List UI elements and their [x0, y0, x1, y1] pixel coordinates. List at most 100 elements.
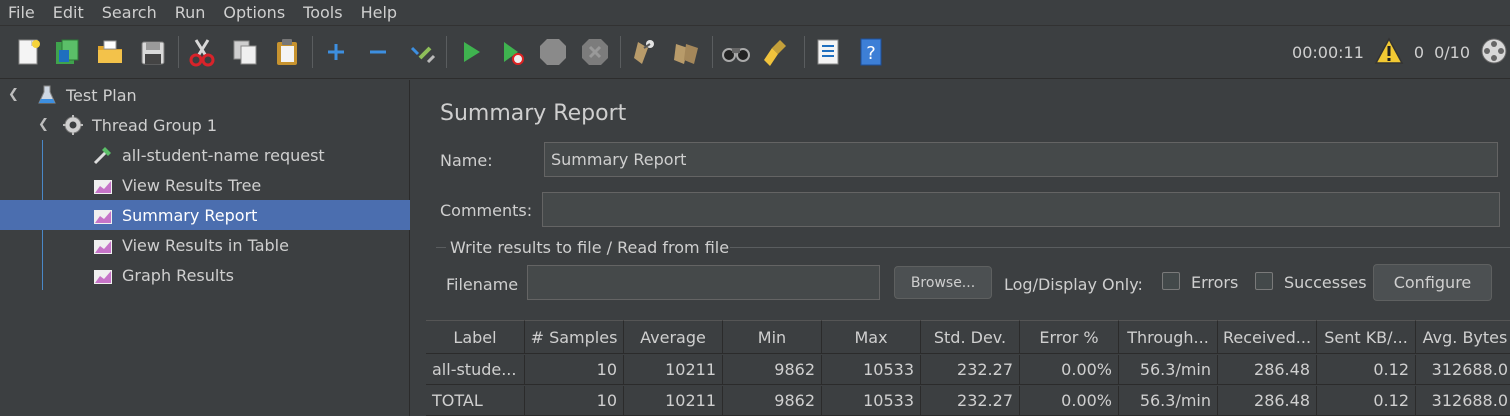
- table-cell: 0.12: [1317, 355, 1416, 385]
- table-cell: 312688.0: [1416, 355, 1510, 385]
- table-cell: 0.12: [1317, 386, 1416, 416]
- menu-edit[interactable]: Edit: [53, 3, 84, 22]
- tree-item-label: Summary Report: [122, 205, 258, 225]
- table-row[interactable]: TOTAL 10 10211 9862 10533 232.27 0.00% 5…: [426, 386, 1510, 416]
- table-cell: 0.00%: [1020, 386, 1119, 416]
- successes-checkbox[interactable]: [1255, 272, 1273, 290]
- open-icon[interactable]: [94, 36, 126, 68]
- toolbar-separator: [312, 36, 313, 68]
- warning-count: 0: [1413, 43, 1425, 62]
- new-icon[interactable]: [12, 36, 44, 68]
- tree-item-graph-results[interactable]: Graph Results: [0, 260, 410, 290]
- table-cell: 56.3/min: [1119, 386, 1218, 416]
- listener-icon: [92, 174, 114, 196]
- menu-run[interactable]: Run: [175, 3, 206, 22]
- collapse-icon[interactable]: [362, 36, 394, 68]
- browse-button[interactable]: Browse...: [894, 266, 992, 299]
- thread-group-icon: [62, 114, 84, 136]
- table-cell: all-stude...: [426, 355, 525, 385]
- column-header[interactable]: Avg. Bytes: [1416, 320, 1510, 354]
- comments-field[interactable]: [542, 192, 1500, 227]
- start-no-pauses-icon[interactable]: [496, 36, 528, 68]
- warning-icon[interactable]: [1374, 36, 1404, 69]
- help-icon[interactable]: ?: [855, 36, 887, 68]
- tree-item-label: Thread Group 1: [92, 115, 218, 135]
- test-plan-icon: [36, 84, 58, 106]
- copy-icon[interactable]: [229, 36, 261, 68]
- column-header[interactable]: Std. Dev.: [921, 320, 1020, 354]
- search-icon[interactable]: [720, 36, 752, 68]
- function-helper-icon[interactable]: [812, 36, 844, 68]
- table-cell: 286.48: [1218, 355, 1317, 385]
- errors-checkbox[interactable]: [1162, 272, 1180, 290]
- table-cell: 10: [525, 386, 624, 416]
- listener-icon: [92, 264, 114, 286]
- test-plan-tree: ❮ Test Plan ❮ Thread Group 1 all-student…: [0, 80, 410, 416]
- configure-button[interactable]: Configure: [1373, 264, 1492, 301]
- column-header[interactable]: Max: [822, 320, 921, 354]
- templates-icon[interactable]: [51, 36, 83, 68]
- menu-bar: File Edit Search Run Options Tools Help: [0, 0, 1510, 26]
- table-cell: 10211: [624, 355, 723, 385]
- menu-options[interactable]: Options: [223, 3, 285, 22]
- column-header[interactable]: Received...: [1218, 320, 1317, 354]
- toolbar-separator: [620, 36, 621, 68]
- menu-tools[interactable]: Tools: [303, 3, 342, 22]
- toolbar: ? 00:00:11 0 0/10: [0, 26, 1510, 79]
- tree-item-label: View Results in Table: [122, 235, 289, 255]
- clear-all-icon[interactable]: [670, 36, 702, 68]
- tree-item-sampler[interactable]: all-student-name request: [0, 140, 410, 170]
- column-header[interactable]: Min: [723, 320, 822, 354]
- active-threads: 0/10: [1434, 43, 1470, 62]
- toggle-icon[interactable]: [404, 36, 436, 68]
- column-header[interactable]: Sent KB/...: [1317, 320, 1416, 354]
- tree-item-thread-group[interactable]: Thread Group 1: [0, 110, 410, 140]
- listener-icon: [92, 204, 114, 226]
- tree-item-label: Graph Results: [122, 265, 234, 285]
- table-cell: 232.27: [921, 386, 1020, 416]
- tree-item-view-results-table[interactable]: View Results in Table: [0, 230, 410, 260]
- save-icon[interactable]: [137, 36, 169, 68]
- column-header[interactable]: Average: [624, 320, 723, 354]
- toolbar-separator: [178, 36, 179, 68]
- stop-icon[interactable]: [537, 36, 569, 68]
- table-header: Label # Samples Average Min Max Std. Dev…: [426, 320, 1510, 354]
- shutdown-icon[interactable]: [579, 36, 611, 68]
- toolbar-separator: [804, 36, 805, 68]
- tree-item-test-plan[interactable]: Test Plan: [0, 80, 410, 110]
- column-header[interactable]: # Samples: [525, 320, 624, 354]
- name-field[interactable]: Summary Report: [544, 142, 1498, 177]
- clear-icon[interactable]: [628, 36, 660, 68]
- menu-search[interactable]: Search: [102, 3, 157, 22]
- menu-file[interactable]: File: [8, 3, 35, 22]
- svg-text:?: ?: [866, 43, 876, 64]
- toolbar-separator: [712, 36, 713, 68]
- tree-item-label: all-student-name request: [122, 145, 325, 165]
- page-title: Summary Report: [440, 101, 627, 126]
- table-cell: 10533: [822, 386, 921, 416]
- column-header[interactable]: Error %: [1020, 320, 1119, 354]
- tree-item-view-results-tree[interactable]: View Results Tree: [0, 170, 410, 200]
- reset-search-icon[interactable]: [762, 36, 794, 68]
- column-header[interactable]: Through...: [1119, 320, 1218, 354]
- comments-label: Comments:: [440, 201, 533, 220]
- menu-help[interactable]: Help: [361, 3, 397, 22]
- tree-item-summary-report[interactable]: Summary Report: [0, 200, 410, 230]
- table-cell: 10: [525, 355, 624, 385]
- expand-icon[interactable]: [320, 36, 352, 68]
- table-cell: TOTAL: [426, 386, 525, 416]
- filename-label: Filename: [446, 275, 519, 294]
- group-border: [436, 247, 446, 248]
- start-icon[interactable]: [454, 36, 486, 68]
- group-border: [730, 247, 1510, 248]
- tree-item-label: Test Plan: [66, 85, 137, 105]
- cut-icon[interactable]: [186, 36, 218, 68]
- listener-icon: [92, 234, 114, 256]
- filename-field[interactable]: [527, 265, 880, 300]
- paste-icon[interactable]: [271, 36, 303, 68]
- summary-table: Label # Samples Average Min Max Std. Dev…: [426, 318, 1510, 416]
- successes-label: Successes: [1284, 273, 1367, 292]
- toolbar-separator: [446, 36, 447, 68]
- column-header[interactable]: Label: [426, 320, 525, 354]
- table-row[interactable]: all-stude... 10 10211 9862 10533 232.27 …: [426, 355, 1510, 385]
